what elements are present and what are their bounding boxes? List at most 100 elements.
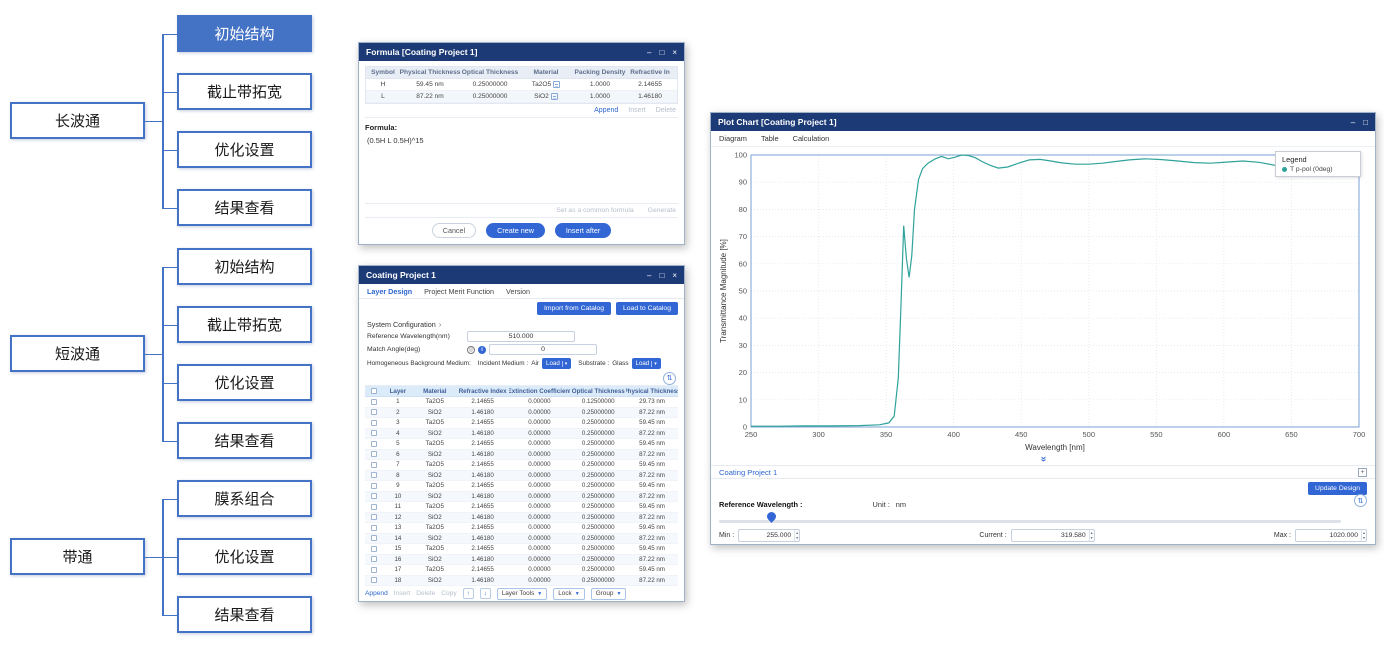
table-row[interactable]: 16SiO21.461800.000000.2500000087.22 nm [365, 555, 678, 566]
spinner-arrows-icon[interactable]: ▴▾ [794, 530, 799, 541]
table-row[interactable]: 12SiO21.461800.000000.2500000087.22 nm [365, 513, 678, 524]
table-row[interactable]: 2SiO21.461800.000000.2500000087.22 nm [365, 408, 678, 419]
row-checkbox[interactable] [371, 409, 377, 415]
table-row[interactable]: 15Ta2O52.146550.000000.2500000059.45 nm [365, 544, 678, 555]
sync-button[interactable]: ⇅ [1354, 494, 1367, 507]
maximize-icon[interactable]: □ [659, 48, 664, 57]
material-catalog-icon[interactable] [551, 93, 558, 100]
menu-calculation[interactable]: Calculation [793, 134, 830, 143]
row-checkbox[interactable] [371, 399, 377, 405]
refresh-button[interactable]: ⇅ [663, 372, 676, 385]
maximize-icon[interactable]: □ [1363, 118, 1368, 127]
minimize-icon[interactable]: – [647, 271, 651, 280]
table-row[interactable]: 9Ta2O52.146550.000000.2500000059.45 nm [365, 481, 678, 492]
formula-titlebar[interactable]: Formula [Coating Project 1] – □ × [359, 43, 684, 61]
table-row[interactable]: 8SiO21.461800.000000.2500000087.22 nm [365, 471, 678, 482]
delete-button[interactable]: Delete [656, 107, 676, 114]
spinner-arrows-icon[interactable]: ▴▾ [1089, 530, 1094, 541]
close-icon[interactable]: × [672, 271, 677, 280]
copy-layer-button[interactable]: Copy [441, 590, 456, 597]
slider-track[interactable] [719, 520, 1341, 523]
insert-layer-button[interactable]: Insert [394, 590, 411, 597]
legend-entry[interactable]: T p-pol (0deg) [1282, 166, 1354, 173]
row-checkbox[interactable] [371, 420, 377, 426]
row-checkbox[interactable] [371, 462, 377, 468]
row-checkbox[interactable] [371, 514, 377, 520]
menu-diagram[interactable]: Diagram [719, 134, 747, 143]
table-row[interactable]: 14SiO21.461800.000000.2500000087.22 nm [365, 534, 678, 545]
row-checkbox[interactable] [371, 493, 377, 499]
project-link[interactable]: Coating Project 1 [719, 468, 1358, 477]
target-icon[interactable]: ◎ [467, 346, 475, 354]
row-checkbox[interactable] [371, 525, 377, 531]
row-checkbox[interactable] [371, 556, 377, 562]
reference-wavelength-input[interactable]: 510.000 [467, 331, 575, 342]
maximize-icon[interactable]: □ [659, 271, 664, 280]
insert-after-button[interactable]: Insert after [555, 223, 611, 238]
table-row[interactable]: 6SiO21.461800.000000.2500000087.22 nm [365, 450, 678, 461]
table-row[interactable]: 11Ta2O52.146550.000000.2500000059.45 nm [365, 502, 678, 513]
tab-version[interactable]: Version [506, 287, 530, 296]
row-checkbox[interactable] [371, 451, 377, 457]
create-new-button[interactable]: Create new [486, 223, 545, 238]
minimize-icon[interactable]: – [1351, 118, 1355, 127]
menu-table[interactable]: Table [761, 134, 779, 143]
move-up-button[interactable]: ↑ [463, 588, 474, 599]
collapse-chevron-icon[interactable]: » [1038, 456, 1048, 462]
table-row[interactable]: 3Ta2O52.146550.000000.2500000059.45 nm [365, 418, 678, 429]
substrate-load-button[interactable]: Load▾ [632, 358, 661, 369]
row-checkbox[interactable] [371, 504, 377, 510]
table-row[interactable]: 18SiO21.461800.000000.2500000087.22 nm [365, 576, 678, 587]
table-row[interactable]: 13Ta2O52.146550.000000.2500000059.45 nm [365, 523, 678, 534]
row-checkbox[interactable] [371, 441, 377, 447]
append-layer-button[interactable]: Append [365, 590, 388, 597]
table-row[interactable]: 10SiO21.461800.000000.2500000087.22 nm [365, 492, 678, 503]
current-spinbox[interactable]: 319.580▴▾ [1011, 529, 1095, 542]
generate-button[interactable]: Generate [648, 207, 676, 214]
max-spinbox[interactable]: 1020.000▴▾ [1295, 529, 1367, 542]
move-down-button[interactable]: ↓ [480, 588, 491, 599]
match-angle-input[interactable]: 0 [489, 344, 597, 355]
tab-layer-design[interactable]: Layer Design [367, 287, 412, 296]
import-from-catalog-button[interactable]: Import from Catalog [537, 302, 611, 315]
table-row[interactable]: 5Ta2O52.146550.000000.2500000059.45 nm [365, 439, 678, 450]
incident-load-button[interactable]: Load▾ [542, 358, 571, 369]
info-icon[interactable]: i [478, 346, 486, 354]
group-dropdown[interactable]: Group▼ [591, 588, 627, 600]
set-common-formula-button[interactable]: Set as a common formula [556, 207, 633, 214]
expand-icon[interactable]: + [1358, 468, 1367, 477]
row-checkbox[interactable] [371, 430, 377, 436]
row-checkbox[interactable] [371, 535, 377, 541]
row-checkbox[interactable] [371, 577, 377, 583]
insert-button[interactable]: Insert [628, 107, 646, 114]
row-checkbox[interactable] [371, 483, 377, 489]
spinner-arrows-icon[interactable]: ▴▾ [1361, 530, 1366, 541]
plot-titlebar[interactable]: Plot Chart [Coating Project 1] – □ [711, 113, 1375, 131]
material-catalog-icon[interactable] [553, 81, 560, 88]
close-icon[interactable]: × [672, 48, 677, 57]
row-checkbox[interactable] [371, 546, 377, 552]
delete-layer-button[interactable]: Delete [416, 590, 435, 597]
minimize-icon[interactable]: – [647, 48, 651, 57]
row-checkbox[interactable] [371, 567, 377, 573]
load-to-catalog-button[interactable]: Load to Catalog [616, 302, 678, 315]
table-row[interactable]: 1Ta2O52.146550.000000.1250000029.73 nm [365, 397, 678, 408]
table-cell: 0.25000000 [460, 93, 520, 100]
table-row[interactable]: 4SiO21.461800.000000.2500000087.22 nm [365, 429, 678, 440]
table-row[interactable]: 17Ta2O52.146550.000000.2500000059.45 nm [365, 565, 678, 576]
tab-project-merit-function[interactable]: Project Merit Function [424, 287, 494, 296]
select-all-checkbox[interactable] [371, 388, 377, 394]
table-row[interactable]: H59.45 nm0.25000000Ta2O51.00002.14655 [366, 79, 677, 91]
coating-titlebar[interactable]: Coating Project 1 – □ × [359, 266, 684, 284]
table-row[interactable]: L87.22 nm0.25000000SiO21.00001.46180 [366, 91, 677, 103]
min-spinbox[interactable]: 255.000▴▾ [738, 529, 800, 542]
layer-tools-dropdown[interactable]: Layer Tools▼ [497, 588, 548, 600]
row-checkbox[interactable] [371, 472, 377, 478]
cancel-button[interactable]: Cancel [432, 223, 476, 238]
system-configuration-header[interactable]: System Configuration › [359, 318, 684, 330]
formula-input[interactable]: (0.5H L 0.5H)^15 [365, 134, 678, 203]
lock-dropdown[interactable]: Lock▼ [553, 588, 584, 600]
update-design-button[interactable]: Update Design [1308, 482, 1367, 495]
table-row[interactable]: 7Ta2O52.146550.000000.2500000059.45 nm [365, 460, 678, 471]
append-button[interactable]: Append [594, 107, 618, 114]
